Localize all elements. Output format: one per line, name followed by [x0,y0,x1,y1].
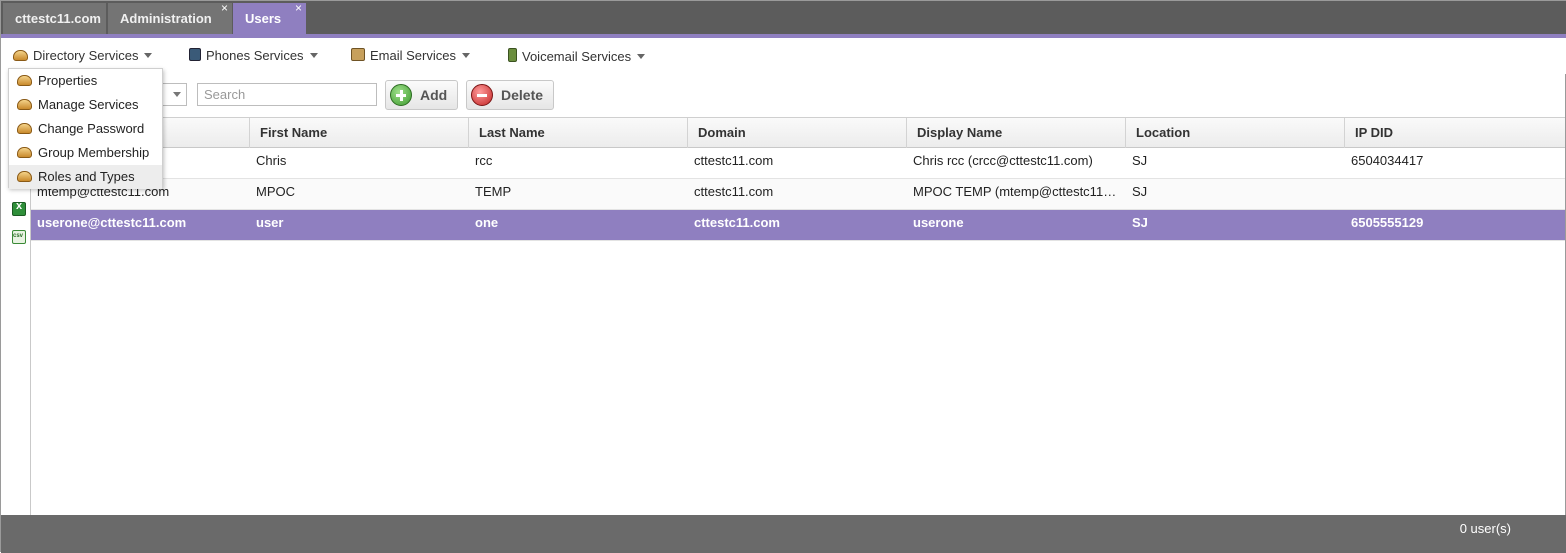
column-header-location[interactable]: Location [1126,118,1345,148]
menu-item-label: Properties [38,73,98,88]
table-row[interactable]: mtemp@cttestc11.com MPOC TEMP cttestc11.… [31,179,1565,210]
menu-item-roles-and-types[interactable]: Roles and Types [9,165,162,189]
add-button-label: Add [420,87,448,103]
cell-display-name: Chris rcc (crcc@cttestc11.com) [913,153,1093,168]
status-bar: 0 user(s) [1,515,1566,553]
directory-services-dropdown: Properties Manage Services Change Passwo… [8,68,163,189]
chevron-down-icon [637,54,646,59]
table-row-selected[interactable]: userone@cttestc11.com user one cttestc11… [31,210,1565,241]
toolbar: Add Delete [1,74,1566,116]
chevron-down-icon [144,53,153,58]
menu-item-group-membership[interactable]: Group Membership [9,141,162,165]
menu-label: Phones Services [206,48,304,63]
menu-item-change-password[interactable]: Change Password [9,117,162,141]
users-grid: First Name Last Name Domain Display Name… [31,117,1565,515]
user-icon [17,147,32,158]
column-header-last-name[interactable]: Last Name [469,118,688,148]
voicemail-icon [508,48,517,62]
cell-email: userone@cttestc11.com [37,215,187,230]
tab-label: Users [245,11,282,26]
phone-icon [189,48,201,61]
user-icon [17,75,32,86]
column-header-ip-did[interactable]: IP DID [1345,118,1565,148]
menu-item-manage-services[interactable]: Manage Services [9,93,162,117]
phones-services-menu[interactable]: Phones Services [189,48,318,64]
menu-item-label: Manage Services [38,97,139,112]
cell-last-name: TEMP [475,184,512,199]
plus-icon [390,84,412,106]
directory-services-menu[interactable]: Directory Services [13,48,153,64]
chevron-down-icon [461,53,470,58]
cell-first-name: user [256,215,284,230]
tab-bar: cttestc11.com Administration × Users × [1,1,1566,34]
delete-button[interactable]: Delete [466,80,554,110]
cell-last-name: one [475,215,499,230]
tab-domain[interactable]: cttestc11.com [3,3,106,34]
email-services-menu[interactable]: Email Services [351,48,470,64]
menu-item-label: Roles and Types [38,169,135,184]
minus-icon [471,84,493,106]
cell-location: SJ [1132,184,1148,199]
column-header-first-name[interactable]: First Name [250,118,469,148]
tab-label: cttestc11.com [15,11,101,26]
cell-first-name: MPOC [256,184,295,199]
cell-ip-did: 6505555129 [1351,215,1424,230]
chevron-down-icon [309,53,318,58]
cell-last-name: rcc [475,153,493,168]
column-header-domain[interactable]: Domain [688,118,907,148]
delete-button-label: Delete [501,87,544,103]
menu-label: Directory Services [33,48,139,63]
menu-item-properties[interactable]: Properties [9,69,162,93]
menu-label: Email Services [370,48,456,63]
user-icon [17,99,32,110]
excel-export-icon[interactable] [12,200,26,216]
user-icon [17,123,32,134]
service-menu-bar: Directory Services Phones Services Email… [1,38,1566,74]
chevron-down-icon[interactable] [173,92,181,97]
cell-display-name: userone [913,215,964,230]
cell-first-name: Chris [256,153,287,168]
close-icon[interactable]: × [221,0,228,24]
user-icon [13,50,28,61]
cell-domain: cttestc11.com [694,153,774,168]
menu-item-label: Change Password [38,121,145,136]
table-row[interactable]: Chris rcc cttestc11.com Chris rcc (crcc@… [31,148,1565,179]
mail-icon [351,48,365,61]
cell-domain: cttestc11.com [694,184,774,199]
voicemail-services-menu[interactable]: Voicemail Services [508,48,646,64]
tab-users[interactable]: Users × [233,0,306,34]
user-icon [17,171,32,182]
csv-export-icon[interactable] [12,230,26,244]
cell-ip-did: 6504034417 [1351,153,1424,168]
app-window: cttestc11.com Administration × Users × D… [0,0,1566,553]
menu-label: Voicemail Services [522,49,632,64]
cell-ip-did [1345,179,1565,209]
close-icon[interactable]: × [295,0,302,24]
column-header-display-name[interactable]: Display Name [907,118,1126,148]
cell-location: SJ [1132,215,1148,230]
menu-item-label: Group Membership [38,145,150,160]
tab-label: Administration [120,11,212,26]
cell-domain: cttestc11.com [694,215,780,230]
user-count: 0 user(s) [1459,521,1511,536]
search-input[interactable] [197,83,377,106]
add-button[interactable]: Add [385,80,458,110]
cell-location: SJ [1132,153,1148,168]
tab-administration[interactable]: Administration × [108,0,232,34]
grid-header: First Name Last Name Domain Display Name… [31,117,1565,148]
cell-display-name: MPOC TEMP (mtemp@cttestc11.com) [913,184,1117,199]
